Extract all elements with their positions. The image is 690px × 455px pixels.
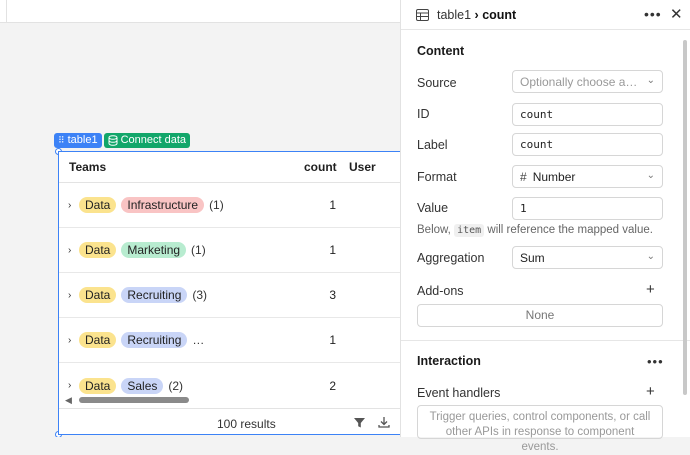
tag-overflow-count: (2) [168, 378, 184, 393]
drag-handle-icon: ⠿ [58, 135, 65, 145]
more-options-icon[interactable]: ••• [644, 6, 662, 22]
filter-icon[interactable] [353, 416, 366, 429]
value-hint: Below, item will reference the mapped va… [417, 224, 653, 237]
table-row[interactable]: › Data Infrastructure (1) 1 [59, 183, 400, 228]
chevron-down-icon: ⌄ [646, 251, 655, 262]
hint-text: will reference the mapped value. [487, 224, 653, 236]
table-footer: 100 results [59, 408, 400, 434]
chevron-down-icon: ⌄ [646, 170, 655, 181]
table: Teams count User › Data Infrastructure (… [58, 151, 400, 435]
breadcrumb-parent[interactable]: table1 [437, 8, 471, 22]
tag-pill: Data [79, 197, 117, 213]
table-row[interactable]: › Data Recruiting … 1 [59, 318, 400, 363]
aggregation-value: Sum [520, 250, 545, 265]
id-input[interactable]: count [512, 103, 663, 126]
inspector-panel: table1 › count ••• ✕ Content Source Opti… [400, 0, 690, 453]
table-icon [416, 9, 429, 21]
source-placeholder: Optionally choose a… [520, 74, 638, 89]
chevron-down-icon: ⌄ [646, 75, 655, 86]
tag-pill: Data [79, 242, 117, 258]
count-cell: 1 [329, 333, 336, 347]
tag-pill: Recruiting [121, 287, 188, 303]
interaction-more-icon[interactable]: ••• [647, 354, 664, 369]
expand-chevron-icon[interactable]: › [68, 335, 71, 346]
inspector-scrollbar[interactable] [683, 40, 687, 395]
format-value: Number [532, 169, 576, 184]
database-icon [108, 135, 118, 146]
results-count: 100 results [217, 417, 276, 431]
format-label: Format [417, 170, 457, 184]
canvas: ⠿ table1 Connect data Teams count User ›… [0, 0, 400, 437]
expand-chevron-icon[interactable]: › [68, 200, 71, 211]
table-header: Teams count User [59, 152, 400, 183]
breadcrumb-current: count [482, 8, 517, 22]
value-label: Value [417, 201, 449, 215]
aggregation-select[interactable]: Sum ⌄ [512, 246, 663, 269]
count-cell: 1 [329, 243, 336, 257]
label-label: Label [417, 138, 448, 152]
horizontal-scrollbar-thumb[interactable] [79, 397, 189, 403]
component-name-label: table1 [67, 134, 98, 146]
table-row[interactable]: › Data Recruiting (3) 3 [59, 273, 400, 318]
breadcrumb: table1 › count [437, 8, 516, 22]
tag-pill: Data [79, 287, 117, 303]
column-header-count[interactable]: count [304, 160, 337, 174]
tag-pill: Marketing [121, 242, 187, 258]
tag-pill: Data [79, 377, 117, 394]
event-handlers-label: Event handlers [417, 386, 501, 400]
divider [6, 0, 7, 23]
add-addon-plus-icon[interactable]: + [646, 281, 655, 298]
hash-icon: # [520, 169, 527, 184]
tag-pill: Sales [121, 377, 164, 394]
tag-pill: Data [79, 332, 117, 348]
tag-overflow-count: (1) [191, 243, 206, 257]
column-header-user[interactable]: User [349, 160, 376, 174]
hint-text: Below, [417, 224, 451, 236]
component-tag-row: ⠿ table1 Connect data [54, 133, 191, 148]
close-icon[interactable]: ✕ [670, 5, 683, 23]
section-divider [401, 340, 690, 341]
breadcrumb-separator: › [474, 8, 479, 22]
tag-pill: Infrastructure [121, 197, 205, 213]
canvas-top-bar [0, 0, 400, 23]
count-cell: 1 [329, 198, 336, 212]
count-cell: 2 [329, 378, 336, 393]
format-select[interactable]: # Number ⌄ [512, 165, 663, 188]
tag-pill: Recruiting [121, 332, 188, 348]
count-cell: 3 [329, 288, 336, 302]
tag-overflow-count: (1) [209, 198, 224, 212]
download-icon[interactable] [377, 415, 391, 429]
aggregation-label: Aggregation [417, 251, 485, 265]
connect-data-label: Connect data [120, 134, 187, 146]
addons-none: None [417, 304, 663, 327]
event-handlers-placeholder-box[interactable]: Trigger queries, control components, or … [417, 405, 663, 453]
id-label: ID [417, 107, 430, 121]
expand-chevron-icon[interactable]: › [68, 245, 71, 256]
hint-code: item [454, 224, 485, 237]
source-select[interactable]: Optionally choose a… ⌄ [512, 70, 663, 93]
value-input[interactable]: 1 [512, 197, 663, 220]
column-header-teams[interactable]: Teams [69, 160, 106, 174]
content-section-title: Content [417, 44, 465, 58]
label-input[interactable]: count [512, 133, 663, 156]
scroll-left-arrow-icon[interactable]: ◀ [65, 395, 72, 406]
connect-data-button[interactable]: Connect data [103, 133, 191, 148]
inspector-header: table1 › count ••• ✕ [401, 0, 690, 30]
tag-overflow-count: (3) [192, 288, 208, 302]
component-name-tag[interactable]: ⠿ table1 [54, 133, 102, 148]
addons-label: Add-ons [417, 284, 464, 298]
add-event-handler-plus-icon[interactable]: + [646, 383, 655, 400]
tag-overflow-count: … [192, 333, 205, 347]
interaction-section-title: Interaction [417, 354, 481, 368]
source-label: Source [417, 76, 457, 90]
expand-chevron-icon[interactable]: › [68, 290, 71, 301]
expand-chevron-icon[interactable]: › [68, 380, 71, 391]
table-row[interactable]: › Data Marketing (1) 1 [59, 228, 400, 273]
